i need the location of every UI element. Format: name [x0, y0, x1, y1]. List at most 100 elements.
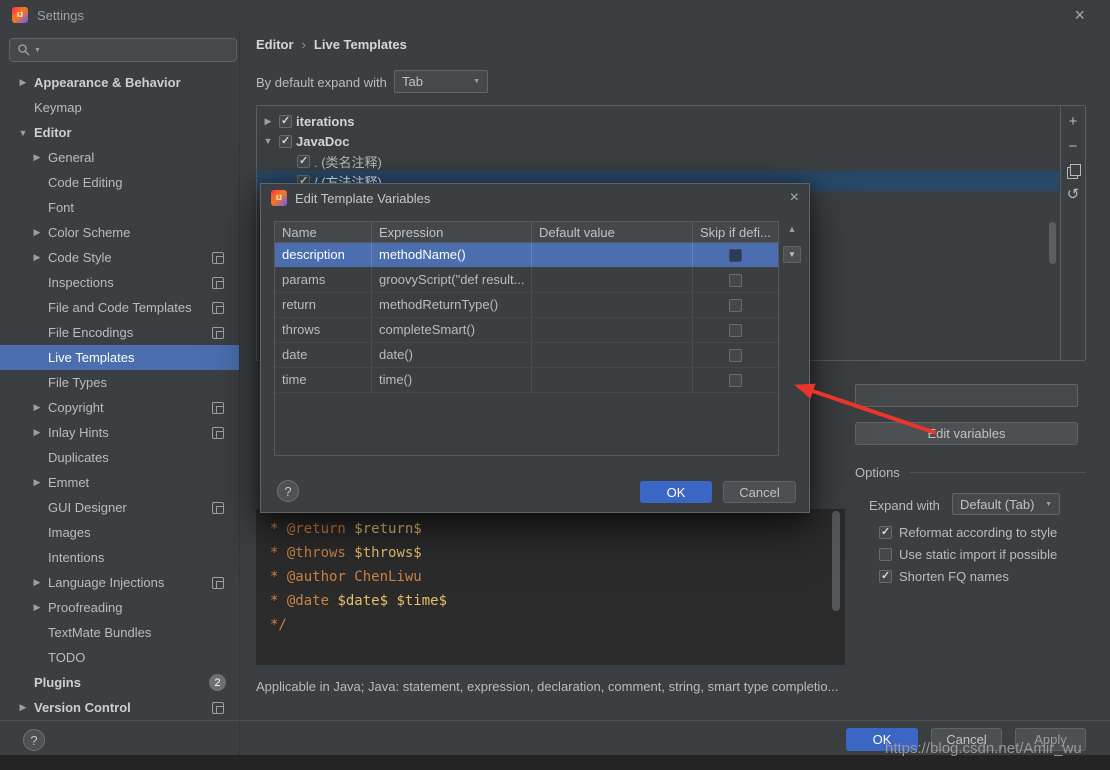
cell-name[interactable]: time: [275, 368, 372, 392]
variable-row-return[interactable]: returnmethodReturnType(): [275, 293, 778, 318]
chevron-right-icon[interactable]: ▶: [30, 227, 44, 238]
settings-search-input[interactable]: ▼: [9, 38, 237, 62]
variable-row-params[interactable]: paramsgroovyScript("def result...: [275, 268, 778, 293]
cell-skip-if-defined[interactable]: [693, 343, 778, 367]
chevron-right-icon[interactable]: ▶: [30, 252, 44, 263]
chevron-down-icon[interactable]: ▼: [16, 128, 30, 138]
cell-name[interactable]: return: [275, 293, 372, 317]
cell-expression[interactable]: groovyScript("def result...: [372, 268, 532, 292]
template-text-editor[interactable]: * @return $return$* @throws $throws$* @a…: [256, 509, 845, 665]
cell-skip-if-defined[interactable]: [693, 368, 778, 392]
cell-default-value[interactable]: [532, 368, 693, 392]
sidebar-item-color-scheme[interactable]: ▶ Color Scheme: [0, 220, 239, 245]
template-row-iterations[interactable]: ▶ iterations: [257, 111, 1059, 131]
modal-help-button[interactable]: ?: [277, 480, 299, 502]
chevron-right-icon[interactable]: ▶: [16, 77, 30, 88]
sidebar-item-version-control[interactable]: ▶ Version Control: [0, 695, 239, 720]
scroll-up-icon[interactable]: ▲: [788, 224, 797, 234]
column-header-default-value[interactable]: Default value: [532, 222, 693, 242]
skip-if-defined-checkbox[interactable]: [729, 349, 742, 362]
description-field[interactable]: [855, 384, 1078, 407]
expression-dropdown-icon[interactable]: ▼: [783, 246, 801, 263]
chevron-right-icon[interactable]: ▶: [261, 116, 275, 127]
chevron-right-icon[interactable]: ▶: [30, 427, 44, 438]
checkbox-icon[interactable]: [879, 570, 892, 583]
skip-if-defined-checkbox[interactable]: [729, 249, 742, 262]
search-history-chevron-icon[interactable]: ▼: [34, 47, 41, 54]
checkbox-icon[interactable]: [879, 548, 892, 561]
sidebar-item-proofreading[interactable]: ▶ Proofreading: [0, 595, 239, 620]
option-shorten-fq-names[interactable]: Shorten FQ names: [879, 565, 1057, 587]
sidebar-item-file-and-code-templates[interactable]: File and Code Templates: [0, 295, 239, 320]
skip-if-defined-checkbox[interactable]: [729, 374, 742, 387]
sidebar-item-appearance-behavior[interactable]: ▶ Appearance & Behavior: [0, 70, 239, 95]
column-header-expression[interactable]: Expression: [372, 222, 532, 242]
chevron-down-icon[interactable]: ▼: [261, 136, 275, 146]
sidebar-item-textmate-bundles[interactable]: TextMate Bundles: [0, 620, 239, 645]
template-list-scrollbar[interactable]: [1049, 222, 1056, 264]
modal-close-icon[interactable]: ×: [790, 189, 799, 207]
template-row-item[interactable]: . (类名注释): [257, 151, 1059, 171]
cell-expression[interactable]: methodName(): [372, 243, 532, 267]
sidebar-item-inlay-hints[interactable]: ▶ Inlay Hints: [0, 420, 239, 445]
edit-variables-button[interactable]: Edit variables: [855, 422, 1078, 445]
cell-default-value[interactable]: [532, 268, 693, 292]
cell-skip-if-defined[interactable]: [693, 318, 778, 342]
cell-name[interactable]: throws: [275, 318, 372, 342]
variable-row-description[interactable]: descriptionmethodName(): [275, 243, 778, 268]
sidebar-item-file-types[interactable]: File Types: [0, 370, 239, 395]
skip-if-defined-checkbox[interactable]: [729, 299, 742, 312]
column-header-name[interactable]: Name: [275, 222, 372, 242]
sidebar-item-plugins[interactable]: Plugins 2: [0, 670, 239, 695]
default-expand-with-select[interactable]: Tab ▼: [394, 70, 488, 93]
restore-defaults-icon[interactable]: ↺: [1067, 187, 1080, 202]
checkbox-icon[interactable]: [879, 526, 892, 539]
sidebar-item-images[interactable]: Images: [0, 520, 239, 545]
sidebar-item-file-encodings[interactable]: File Encodings: [0, 320, 239, 345]
sidebar-item-keymap[interactable]: Keymap: [0, 95, 239, 120]
sidebar-item-code-editing[interactable]: Code Editing: [0, 170, 239, 195]
skip-if-defined-checkbox[interactable]: [729, 274, 742, 287]
sidebar-item-code-style[interactable]: ▶ Code Style: [0, 245, 239, 270]
cell-expression[interactable]: methodReturnType(): [372, 293, 532, 317]
sidebar-item-intentions[interactable]: Intentions: [0, 545, 239, 570]
modal-ok-button[interactable]: OK: [640, 481, 712, 503]
variable-row-throws[interactable]: throwscompleteSmart(): [275, 318, 778, 343]
cell-default-value[interactable]: [532, 318, 693, 342]
cell-name[interactable]: date: [275, 343, 372, 367]
chevron-right-icon[interactable]: ▶: [30, 152, 44, 163]
cell-skip-if-defined[interactable]: [693, 268, 778, 292]
sidebar-item-live-templates[interactable]: Live Templates: [0, 345, 239, 370]
sidebar-item-gui-designer[interactable]: GUI Designer: [0, 495, 239, 520]
cell-name[interactable]: params: [275, 268, 372, 292]
remove-icon[interactable]: −: [1069, 139, 1078, 154]
cell-expression[interactable]: time(): [372, 368, 532, 392]
cell-default-value[interactable]: [532, 243, 693, 267]
sidebar-item-inspections[interactable]: Inspections: [0, 270, 239, 295]
template-row-javadoc[interactable]: ▼ JavaDoc: [257, 131, 1059, 151]
variable-row-time[interactable]: timetime(): [275, 368, 778, 393]
template-enabled-checkbox[interactable]: [279, 115, 292, 128]
cell-expression[interactable]: completeSmart(): [372, 318, 532, 342]
skip-if-defined-checkbox[interactable]: [729, 324, 742, 337]
cell-name[interactable]: description: [275, 243, 372, 267]
option-reformat-according-to-style[interactable]: Reformat according to style: [879, 521, 1057, 543]
window-close-icon[interactable]: ×: [1074, 4, 1085, 26]
chevron-right-icon[interactable]: ▶: [16, 702, 30, 713]
sidebar-item-todo[interactable]: TODO: [0, 645, 239, 670]
sidebar-splitter[interactable]: [239, 30, 240, 755]
expand-with-select[interactable]: Default (Tab) ▼: [952, 493, 1060, 515]
add-icon[interactable]: +: [1069, 114, 1078, 129]
sidebar-item-emmet[interactable]: ▶ Emmet: [0, 470, 239, 495]
cell-default-value[interactable]: [532, 293, 693, 317]
sidebar-item-editor[interactable]: ▼ Editor: [0, 120, 239, 145]
sidebar-item-language-injections[interactable]: ▶ Language Injections: [0, 570, 239, 595]
sidebar-item-general[interactable]: ▶ General: [0, 145, 239, 170]
duplicate-icon[interactable]: [1067, 164, 1079, 177]
help-button[interactable]: ?: [23, 729, 45, 751]
cell-default-value[interactable]: [532, 343, 693, 367]
template-enabled-checkbox[interactable]: [297, 155, 310, 168]
chevron-right-icon[interactable]: ▶: [30, 602, 44, 613]
breadcrumb-editor[interactable]: Editor: [256, 37, 294, 52]
chevron-right-icon[interactable]: ▶: [30, 402, 44, 413]
